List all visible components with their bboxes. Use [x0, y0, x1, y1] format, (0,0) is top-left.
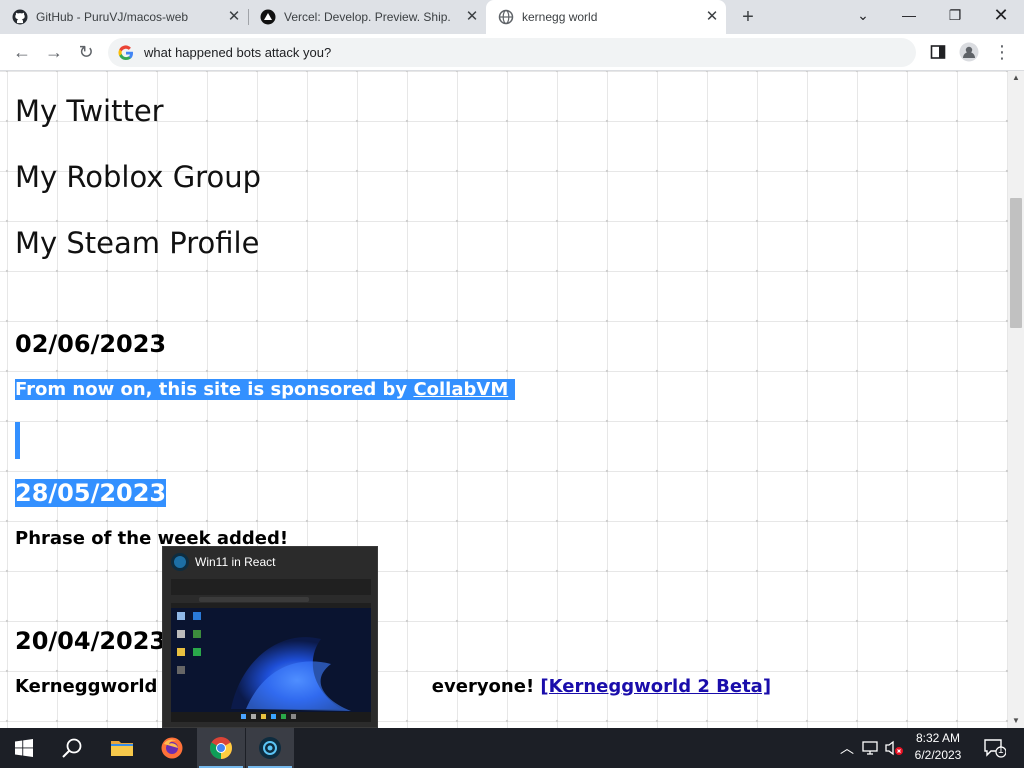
win11-react-icon: [259, 737, 281, 759]
close-tab-icon[interactable]: ✕: [704, 9, 720, 25]
tab-search-icon[interactable]: ⌄: [840, 0, 886, 30]
page-content: My Twitter My Roblox Group My Steam Prof…: [0, 71, 1008, 728]
post-body-start: Kerneggworld 2: [15, 676, 177, 697]
file-explorer-icon: [111, 741, 133, 756]
restore-button[interactable]: ❐: [932, 0, 978, 30]
system-clock[interactable]: 8:32 AM 6/2/2023: [905, 730, 971, 766]
tab-title: kernegg world: [522, 10, 598, 24]
side-panel-icon[interactable]: [927, 41, 949, 63]
start-button[interactable]: [0, 728, 48, 768]
preview-title: Win11 in React: [195, 555, 276, 569]
post-date: 02/06/2023: [15, 330, 167, 358]
back-button[interactable]: ←: [10, 40, 34, 64]
vertical-scrollbar[interactable]: ▲ ▼: [1008, 71, 1024, 728]
profile-icon[interactable]: [958, 41, 980, 63]
close-tab-icon[interactable]: ✕: [464, 9, 480, 25]
collabvm-link[interactable]: CollabVM: [413, 379, 508, 400]
post-text: From now on, this site is sponsored by C…: [15, 379, 515, 400]
address-bar[interactable]: what happened bots attack you?: [108, 38, 916, 67]
scroll-up-arrow-icon[interactable]: ▲: [1008, 71, 1024, 85]
notification-count: 1: [998, 745, 1004, 756]
tab-strip: GitHub - PuruVJ/macos-web ✕ Vercel: Deve…: [0, 0, 1024, 34]
start-icon: [15, 739, 33, 757]
minimize-button[interactable]: —: [886, 0, 932, 30]
search-icon: [62, 738, 82, 758]
chrome-button[interactable]: [197, 728, 245, 768]
tab-title: GitHub - PuruVJ/macos-web: [36, 10, 189, 24]
post-date: 20/04/2023: [15, 627, 167, 655]
clock-date: 6/2/2023: [914, 748, 962, 762]
twitter-link[interactable]: My Twitter: [15, 94, 164, 128]
scroll-down-arrow-icon[interactable]: ▼: [1008, 714, 1024, 728]
google-icon: [118, 44, 133, 60]
firefox-button[interactable]: [148, 728, 196, 768]
forward-button[interactable]: →: [42, 40, 66, 64]
reload-button[interactable]: ↻: [74, 40, 98, 64]
win11-react-button[interactable]: [246, 728, 294, 768]
steam-profile-link[interactable]: My Steam Profile: [15, 226, 259, 260]
vercel-icon: [260, 9, 276, 25]
windows-taskbar: ︿ 8:32 AM 6/2/2023 1: [0, 728, 1024, 768]
file-explorer-button[interactable]: [98, 728, 146, 768]
post-body: From now on, this site is sponsored by: [15, 379, 414, 400]
tab-kernegg-world[interactable]: kernegg world ✕: [486, 0, 726, 34]
network-icon[interactable]: [860, 728, 882, 768]
browser-toolbar: ← → ↻ what happened bots attack you? ⋮: [0, 34, 1024, 71]
preview-header: Win11 in React: [163, 547, 377, 577]
scroll-thumb[interactable]: [1010, 198, 1022, 328]
show-hidden-icons-icon[interactable]: ︿: [836, 728, 858, 768]
tab-github[interactable]: GitHub - PuruVJ/macos-web ✕: [0, 0, 249, 34]
volume-muted-icon[interactable]: [883, 728, 905, 768]
address-text: what happened bots attack you?: [144, 45, 332, 60]
taskbar-window-preview[interactable]: Win11 in React: [162, 546, 378, 728]
tab-title: Vercel: Develop. Preview. Ship. For: [284, 10, 452, 24]
firefox-icon: [161, 737, 183, 759]
menu-icon[interactable]: ⋮: [991, 41, 1013, 63]
preview-thumbnail[interactable]: [171, 579, 371, 722]
notifications-button[interactable]: 1: [980, 728, 1010, 768]
kerneggworld-2-beta-link[interactable]: [Kerneggworld 2 Beta]: [540, 676, 771, 697]
roblox-group-link[interactable]: My Roblox Group: [15, 160, 261, 194]
win11-react-icon: [171, 553, 189, 571]
post-body-end: everyone!: [431, 676, 541, 697]
clock-time: 8:32 AM: [915, 731, 961, 745]
chrome-icon: [210, 737, 232, 759]
post-text: Kerneggworld 2 everyone! [Kerneggworld 2…: [15, 676, 771, 697]
post-date-text: 28/05/2023: [15, 479, 167, 507]
globe-icon: [498, 9, 514, 25]
close-tab-icon[interactable]: ✕: [226, 9, 242, 25]
github-icon: [12, 9, 28, 25]
close-window-button[interactable]: ✕: [978, 0, 1024, 30]
search-button[interactable]: [48, 728, 96, 768]
post-date: 28/05/2023: [15, 479, 167, 507]
tab-vercel[interactable]: Vercel: Develop. Preview. Ship. For ✕: [248, 0, 486, 34]
new-tab-button[interactable]: +: [738, 7, 758, 27]
selection-highlight: [15, 422, 20, 459]
